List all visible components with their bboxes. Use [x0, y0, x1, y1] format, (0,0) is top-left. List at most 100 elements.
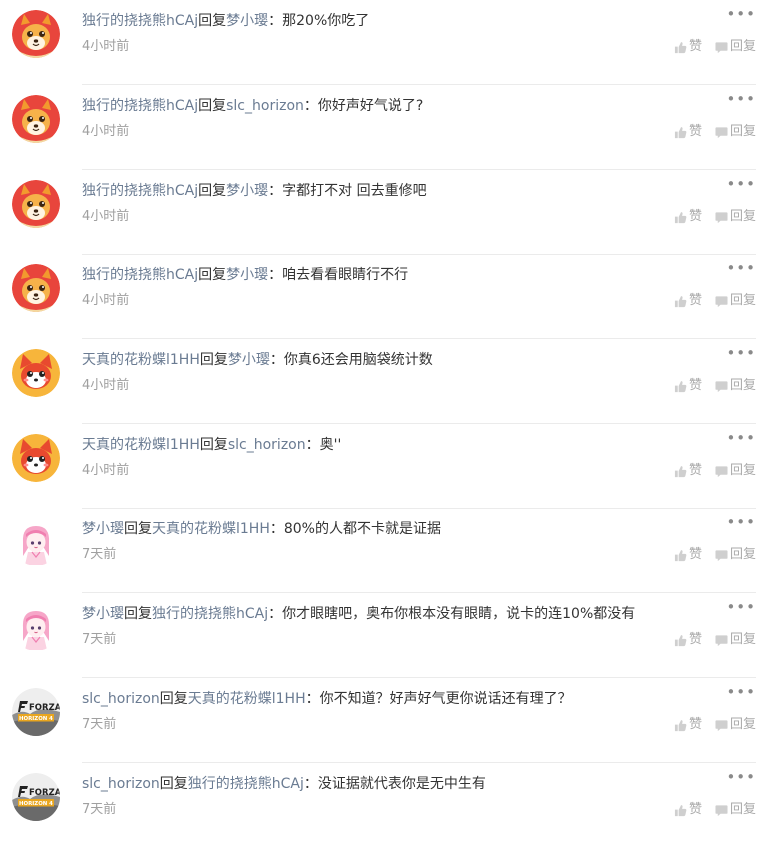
colon: ：	[305, 691, 320, 707]
avatar[interactable]	[12, 180, 60, 228]
reply-button[interactable]: 回复	[715, 546, 756, 564]
reply-button[interactable]: 回复	[715, 208, 756, 226]
like-button[interactable]: 赞	[674, 208, 702, 226]
comment-item: 独行的挠挠熊hCAj回复梦小璎：字都打不对 回去重修吧 4小时前 ••• 赞 回…	[0, 170, 772, 255]
like-button[interactable]: 赞	[674, 377, 702, 395]
more-dots-icon[interactable]: •••	[726, 260, 756, 276]
comment-line: 独行的挠挠熊hCAj回复梦小璎：字都打不对 回去重修吧	[82, 181, 682, 201]
username-link[interactable]: 天真的花粉蝶l1HH	[82, 352, 200, 368]
like-button[interactable]: 赞	[674, 801, 702, 819]
more-dots-icon[interactable]: •••	[726, 599, 756, 615]
comment-line: slc_horizon回复独行的挠挠熊hCAj：没证据就代表你是无中生有	[82, 774, 682, 794]
like-button[interactable]: 赞	[674, 292, 702, 310]
more-dots-icon[interactable]: •••	[726, 6, 756, 22]
anime-girl-avatar-icon	[12, 603, 60, 651]
like-button[interactable]: 赞	[674, 38, 702, 56]
timestamp: 4小时前	[82, 209, 130, 224]
reply-button[interactable]: 回复	[715, 123, 756, 141]
more-dots-icon[interactable]: •••	[726, 430, 756, 446]
speech-bubble-icon	[715, 719, 730, 732]
reply-target-link[interactable]: 独行的挠挠熊hCAj	[188, 776, 304, 792]
forza-avatar-icon: FORZA HORIZON 4	[12, 688, 60, 736]
reply-label: 回复	[729, 378, 756, 393]
avatar[interactable]: FORZA HORIZON 4	[12, 688, 60, 736]
reply-target-link[interactable]: 独行的挠挠熊hCAj	[152, 606, 268, 622]
reply-target-link[interactable]: 梦小璎	[226, 183, 268, 199]
horizon-logo-text: HORIZON 4	[19, 716, 53, 722]
timestamp: 4小时前	[82, 293, 130, 308]
thumbs-up-icon	[674, 211, 689, 224]
avatar[interactable]	[12, 518, 60, 566]
avatar[interactable]	[12, 603, 60, 651]
avatar[interactable]	[12, 349, 60, 397]
comment-item: 独行的挠挠熊hCAj回复梦小璎：咱去看看眼睛行不行 4小时前 ••• 赞 回复	[0, 254, 772, 339]
username-link[interactable]: 独行的挠挠熊hCAj	[82, 13, 198, 29]
speech-bubble-icon	[715, 380, 730, 393]
username-link[interactable]: slc_horizon	[82, 691, 160, 707]
colon: ：	[305, 437, 320, 453]
comment-actions: 赞 回复	[674, 546, 756, 564]
forza-logo-text: FORZA	[29, 703, 60, 713]
like-button[interactable]: 赞	[674, 716, 702, 734]
username-link[interactable]: 独行的挠挠熊hCAj	[82, 98, 198, 114]
comment-actions: 赞 回复	[674, 292, 756, 310]
reply-target-link[interactable]: 梦小璎	[226, 267, 268, 283]
reply-button[interactable]: 回复	[715, 716, 756, 734]
comment-line: 天真的花粉蝶l1HH回复slc_horizon：奥''	[82, 435, 682, 455]
reply-target-link[interactable]: 天真的花粉蝶l1HH	[152, 521, 270, 537]
username-link[interactable]: 梦小璎	[82, 521, 124, 537]
comment-text: 咱去看看眼睛行不行	[282, 267, 409, 283]
username-link[interactable]: 独行的挠挠熊hCAj	[82, 183, 198, 199]
avatar[interactable]	[12, 10, 60, 58]
thumbs-up-icon	[674, 41, 689, 54]
avatar[interactable]: FORZA HORIZON 4	[12, 773, 60, 821]
reply-button[interactable]: 回复	[715, 801, 756, 819]
username-link[interactable]: 梦小璎	[82, 606, 124, 622]
reply-target-link[interactable]: 梦小璎	[226, 13, 268, 29]
comment-item: 独行的挠挠熊hCAj回复slc_horizon：你好声好气说了? 4小时前 ••…	[0, 85, 772, 170]
like-button[interactable]: 赞	[674, 123, 702, 141]
comment-line: 独行的挠挠熊hCAj回复梦小璎：咱去看看眼睛行不行	[82, 265, 682, 285]
reply-target-link[interactable]: slc_horizon	[228, 437, 306, 453]
avatar[interactable]	[12, 434, 60, 482]
like-label: 赞	[688, 293, 702, 308]
like-label: 赞	[688, 39, 702, 54]
reply-button[interactable]: 回复	[715, 631, 756, 649]
reply-target-link[interactable]: 天真的花粉蝶l1HH	[188, 691, 306, 707]
reply-label: 回复	[729, 209, 756, 224]
like-button[interactable]: 赞	[674, 462, 702, 480]
more-dots-icon[interactable]: •••	[726, 91, 756, 107]
comment-item: FORZA HORIZON 4 slc_horizon回复天真的花粉蝶l1HH：…	[0, 678, 772, 763]
reply-label: 回复	[729, 547, 756, 562]
comment-line: slc_horizon回复天真的花粉蝶l1HH：你不知道？好声好气更你说话还有理…	[82, 689, 682, 709]
orange-bear-avatar-icon	[12, 264, 60, 312]
timestamp: 7天前	[82, 802, 117, 817]
reply-target-link[interactable]: 梦小璎	[228, 352, 270, 368]
comment-text: 你真6还会用脑袋统计数	[283, 352, 433, 368]
reply-button[interactable]: 回复	[715, 377, 756, 395]
avatar[interactable]	[12, 95, 60, 143]
avatar[interactable]	[12, 264, 60, 312]
reply-button[interactable]: 回复	[715, 292, 756, 310]
more-dots-icon[interactable]: •••	[726, 176, 756, 192]
like-button[interactable]: 赞	[674, 631, 702, 649]
more-dots-icon[interactable]: •••	[726, 345, 756, 361]
horizon-logo-text: HORIZON 4	[19, 801, 53, 807]
more-dots-icon[interactable]: •••	[726, 684, 756, 700]
timestamp: 7天前	[82, 632, 117, 647]
timestamp: 4小时前	[82, 39, 130, 54]
more-dots-icon[interactable]: •••	[726, 514, 756, 530]
comment-actions: 赞 回复	[674, 631, 756, 649]
username-link[interactable]: 天真的花粉蝶l1HH	[82, 437, 200, 453]
username-link[interactable]: slc_horizon	[82, 776, 160, 792]
comment-list: 独行的挠挠熊hCAj回复梦小璎：那20%你吃了 4小时前 ••• 赞 回复 独行…	[0, 0, 772, 842]
thumbs-up-icon	[674, 719, 689, 732]
reply-button[interactable]: 回复	[715, 38, 756, 56]
like-button[interactable]: 赞	[674, 546, 702, 564]
like-label: 赞	[688, 378, 702, 393]
more-dots-icon[interactable]: •••	[726, 769, 756, 785]
reply-button[interactable]: 回复	[715, 462, 756, 480]
reply-target-link[interactable]: slc_horizon	[226, 98, 304, 114]
reply-word: 回复	[159, 691, 188, 707]
username-link[interactable]: 独行的挠挠熊hCAj	[82, 267, 198, 283]
